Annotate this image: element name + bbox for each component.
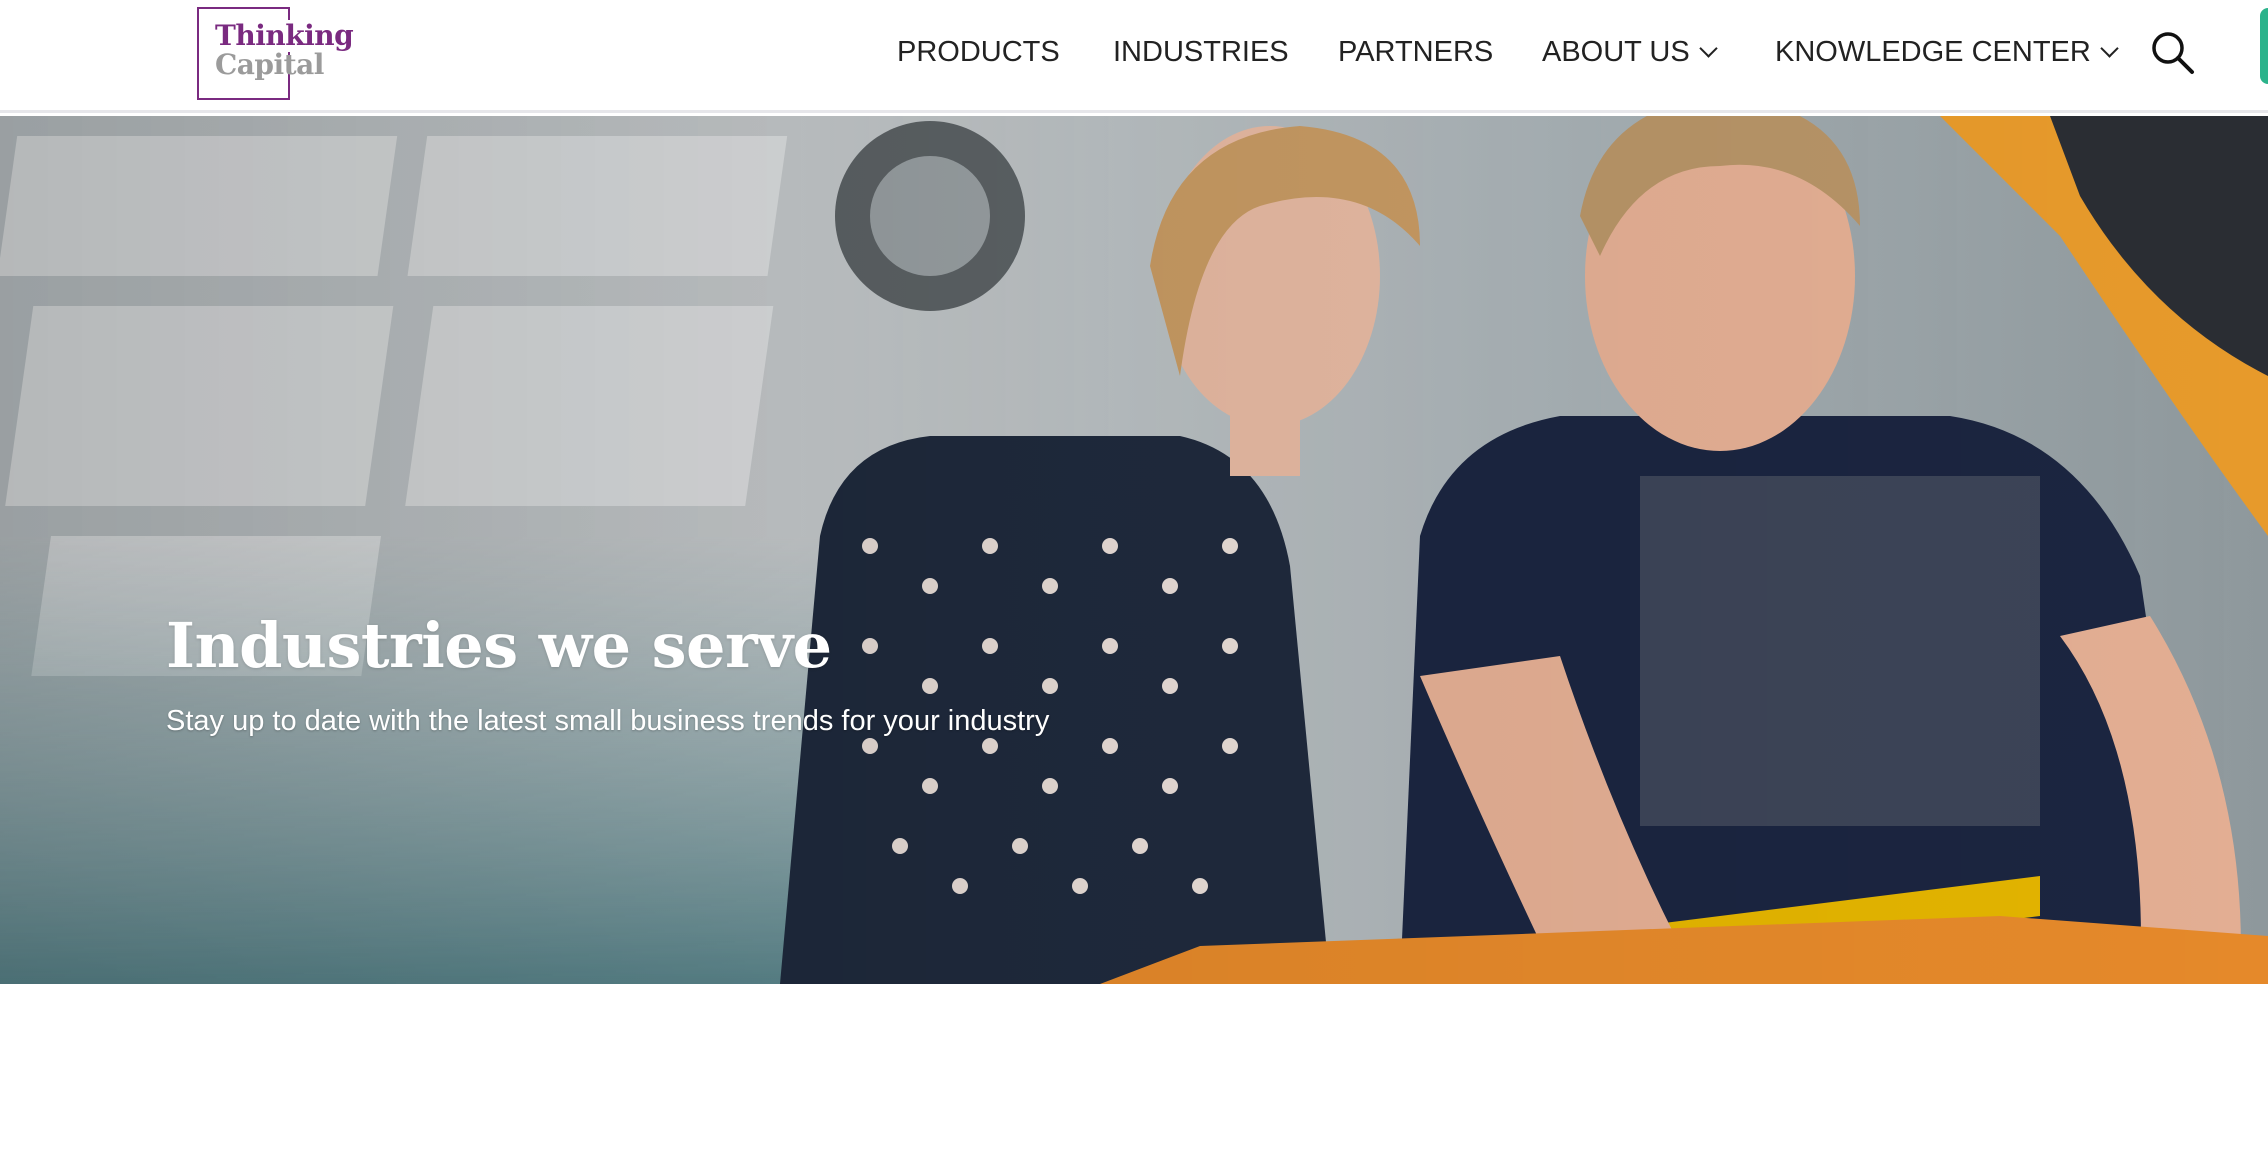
chevron-down-icon	[1699, 38, 1718, 58]
nav-item-label: PARTNERS	[1338, 36, 1494, 68]
nav-item-industries[interactable]: INDUSTRIES	[1113, 34, 1289, 70]
side-tab[interactable]	[2260, 8, 2268, 84]
search-icon[interactable]	[2150, 30, 2196, 76]
hero-banner: Industries we serve Stay up to date with…	[0, 116, 2268, 984]
site-header: Thinking Capital PRODUCTS INDUSTRIES PAR…	[0, 0, 2268, 113]
nav-item-partners[interactable]: PARTNERS	[1338, 34, 1493, 70]
nav-item-label: KNOWLEDGE CENTER	[1775, 36, 2091, 68]
nav-item-label: INDUSTRIES	[1113, 36, 1289, 68]
nav-item-label: PRODUCTS	[897, 36, 1060, 68]
hero-subtitle: Stay up to date with the latest small bu…	[166, 705, 1050, 737]
nav-item-about-us[interactable]: ABOUT US	[1542, 34, 1718, 70]
nav-item-knowledge-center[interactable]: KNOWLEDGE CENTER	[1775, 34, 2119, 70]
logo-text-line2[interactable]: Capital	[215, 49, 324, 81]
chevron-down-icon	[2100, 38, 2119, 58]
nav-item-label: ABOUT US	[1542, 36, 1690, 68]
nav-item-products[interactable]: PRODUCTS	[897, 34, 1060, 70]
hero-title: Industries we serve	[166, 609, 832, 682]
hero-image	[0, 116, 2268, 984]
